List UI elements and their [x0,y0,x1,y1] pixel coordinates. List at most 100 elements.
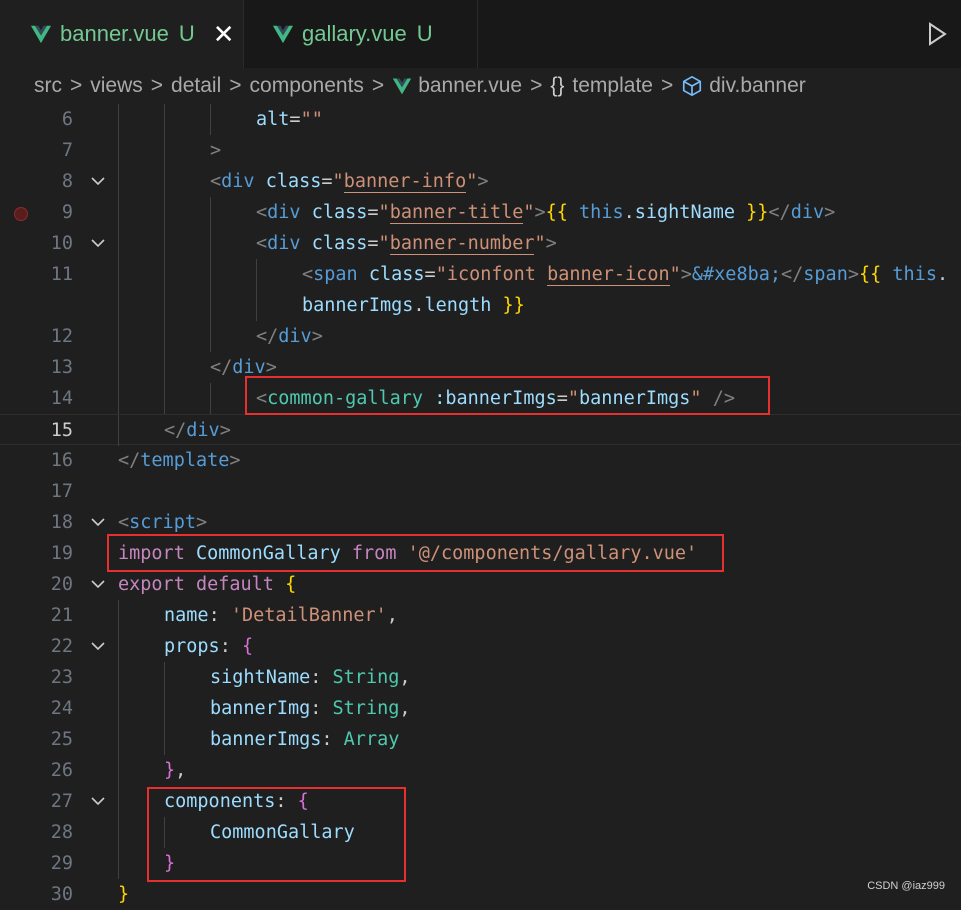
code-line[interactable]: 23 sightName: String, [0,662,961,693]
breadcrumb-separator: > [229,74,242,97]
code-token: banner-number [389,233,535,255]
indent-guide [118,415,119,446]
code-text: <span class="iconfont banner-icon">&#xe8… [302,259,948,290]
breadcrumb-separator: > [530,74,543,97]
line-number: 19 [50,543,73,564]
line-number: 20 [50,574,73,595]
code-line[interactable]: 26}, [0,755,961,786]
chevron-down-icon[interactable] [88,786,108,817]
code-line[interactable]: 7 > [0,135,961,166]
line-number: 30 [50,884,73,905]
code-token: </ [256,326,279,347]
breadcrumb-item-views[interactable]: views [90,74,143,98]
code-line[interactable]: 29} [0,848,961,879]
code-text: <div class="banner-info"> [210,166,489,197]
tab-banner-vue[interactable]: banner.vue U ✕ [0,0,244,68]
breadcrumb-item-div-banner[interactable]: div.banner [709,74,806,98]
indent-guide [118,228,119,259]
code-line[interactable]: 15 </div> [0,414,961,446]
code-token: > [824,202,836,223]
line-number: 8 [61,171,73,192]
line-number: 15 [50,420,73,441]
code-line[interactable]: 22 props: { [0,631,961,662]
indent-guide [118,848,119,879]
code-token: " [378,202,390,223]
code-text: bannerImgs.length }} [302,290,525,321]
vue-file-icon [30,25,52,44]
code-token: sightName [210,667,311,688]
indent-guide [118,352,119,383]
breadcrumb-item-detail[interactable]: detail [171,74,221,98]
chevron-down-icon[interactable] [88,507,108,538]
breadcrumb-item-template[interactable]: template [572,74,653,98]
line-number: 21 [50,605,73,626]
chevron-down-icon[interactable] [88,569,108,600]
code-line[interactable]: 20 export default { [0,569,961,600]
line-number: 12 [50,326,73,347]
code-line[interactable]: 17 [0,476,961,507]
code-text: </div> [164,415,231,446]
chevron-down-icon[interactable] [88,166,108,197]
indent-guide [118,755,119,786]
code-token: div [267,202,301,223]
line-number: 7 [61,140,73,161]
tab-gallary-vue[interactable]: gallary.vue U [244,0,478,68]
code-line[interactable]: 21 name: 'DetailBanner', [0,600,961,631]
breadcrumb-item-src[interactable]: src [34,74,62,98]
code-token: "" [300,109,323,130]
breadcrumb-separator: > [150,74,164,97]
code-token: div [186,420,220,441]
code-line[interactable]: 12 </div> [0,321,961,352]
code-text: bannerImgs: Array [210,724,399,755]
indent-guide [118,600,119,631]
run-icon[interactable] [927,22,947,46]
code-line[interactable]: 16 </template> [0,445,961,476]
code-token: : [310,667,333,688]
tab-status-badge: U [416,21,433,46]
line-number: 9 [61,202,73,223]
code-token: < [118,512,130,533]
code-token: </ [768,202,791,223]
code-token: class [368,264,425,285]
code-line[interactable]: 25 bannerImgs: Array [0,724,961,755]
code-token: 'DetailBanner' [230,605,387,626]
code-line[interactable]: bannerImgs.length }} [0,290,961,321]
code-token: </ [118,450,141,471]
highlight-box-gallary-usage [245,376,770,415]
code-line[interactable]: 8 <div class="banner-info"> [0,166,961,197]
code-token: banner-title [389,202,524,224]
code-text: name: 'DetailBanner', [164,600,398,631]
code-line[interactable]: 28 CommonGallary [0,817,961,848]
line-number: 28 [50,822,73,843]
code-token: " [332,171,344,192]
code-token: , [399,667,411,688]
tab-label: gallary.vue [302,21,407,46]
code-line[interactable]: 6 alt="" [0,104,961,135]
code-token: > [545,233,557,254]
code-line[interactable]: 9 <div class="banner-title">{{ this.sight… [0,197,961,228]
code-editor[interactable]: 6 alt="" 7 >8 <div class="banner-info"> 9 <div… [0,104,961,905]
code-token: banner-info [343,171,467,193]
code-token: &#xe8ba; [691,264,781,285]
chevron-down-icon[interactable] [88,631,108,662]
breadcrumb-item-components[interactable]: components [250,74,364,98]
code-line[interactable]: 10 <div class="banner-number"> [0,228,961,259]
code-text: bannerImg: String, [210,693,411,724]
breakpoint-icon[interactable] [14,207,28,221]
code-line[interactable]: 30} [0,879,961,910]
code-line[interactable]: 27 components: { [0,786,961,817]
code-token: String [332,698,400,719]
line-number: 25 [50,729,73,750]
code-line[interactable]: 11 <span class="iconfont banner-icon">&#x… [0,259,961,290]
close-icon[interactable]: ✕ [213,21,235,47]
code-line[interactable]: 24 bannerImg: String, [0,693,961,724]
cube-icon [683,76,702,96]
code-token: div [790,202,825,223]
breadcrumb-item-file[interactable]: banner.vue [418,74,522,98]
code-token: > [477,171,489,192]
chevron-down-icon[interactable] [88,228,108,259]
